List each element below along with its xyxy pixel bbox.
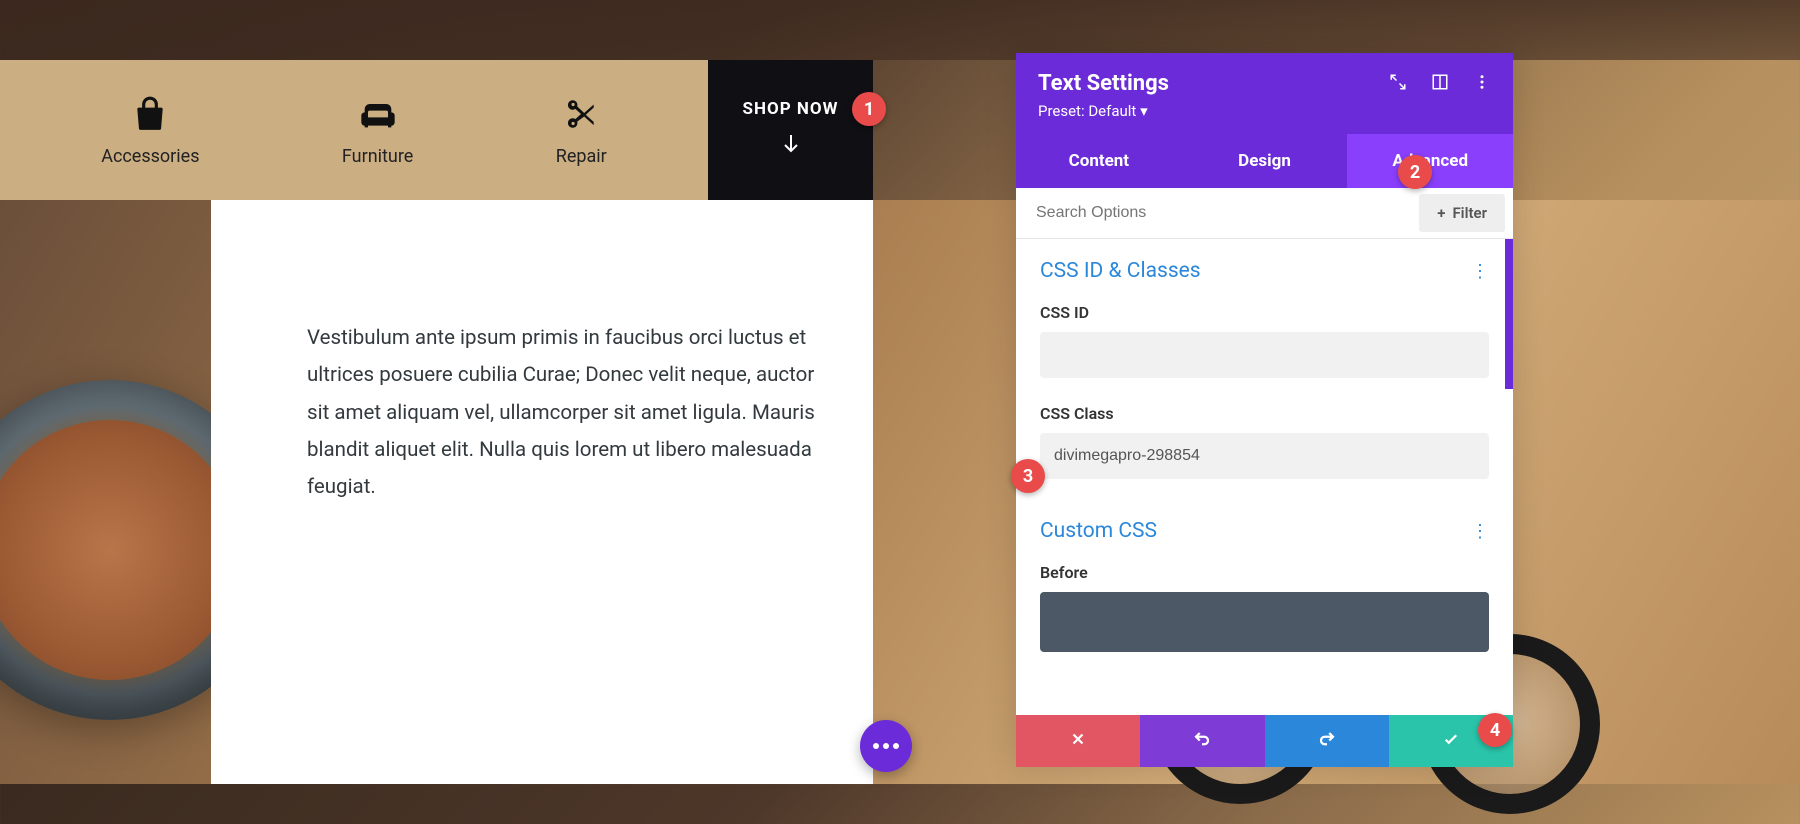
redo-icon bbox=[1318, 730, 1336, 753]
css-id-label: CSS ID bbox=[1040, 303, 1489, 322]
background-top bbox=[0, 0, 1800, 60]
tab-design[interactable]: Design bbox=[1182, 134, 1348, 188]
css-class-label: CSS Class bbox=[1040, 404, 1489, 423]
columns-icon[interactable] bbox=[1431, 73, 1449, 95]
nav-item-furniture[interactable]: Furniture bbox=[342, 94, 413, 167]
section-menu-icon[interactable]: ⋮ bbox=[1471, 261, 1489, 282]
arrow-down-icon bbox=[779, 131, 803, 161]
sofa-icon bbox=[358, 94, 398, 134]
callout-badge-3: 3 bbox=[1011, 459, 1045, 493]
bag-icon bbox=[130, 94, 170, 134]
panel-header: Text Settings Preset: Default ▾ bbox=[1016, 53, 1513, 134]
callout-badge-1: 1 bbox=[852, 92, 886, 126]
shop-now-label: SHOP NOW bbox=[743, 99, 839, 119]
redo-button[interactable] bbox=[1265, 715, 1389, 767]
section-title[interactable]: Custom CSS bbox=[1040, 519, 1157, 543]
tab-content[interactable]: Content bbox=[1016, 134, 1182, 188]
section-css-id-classes: CSS ID & Classes ⋮ CSS ID CSS Class bbox=[1016, 239, 1513, 499]
undo-button[interactable] bbox=[1140, 715, 1264, 767]
panel-footer bbox=[1016, 715, 1513, 767]
search-input[interactable] bbox=[1016, 188, 1411, 238]
css-class-input[interactable] bbox=[1040, 433, 1489, 479]
preset-dropdown[interactable]: Preset: Default ▾ bbox=[1038, 102, 1491, 120]
callout-badge-4: 4 bbox=[1478, 713, 1512, 747]
nav-item-repair[interactable]: Repair bbox=[556, 94, 607, 167]
expand-icon[interactable] bbox=[1389, 73, 1407, 95]
panel-body: CSS ID & Classes ⋮ CSS ID CSS Class Cust… bbox=[1016, 239, 1513, 715]
panel-title: Text Settings bbox=[1038, 71, 1169, 96]
nav-label: Furniture bbox=[342, 146, 413, 167]
shop-now-button[interactable]: SHOP NOW bbox=[708, 60, 873, 200]
content-paragraph: Vestibulum ante ipsum primis in faucibus… bbox=[307, 320, 825, 506]
scissors-icon bbox=[561, 94, 601, 134]
content-card: Vestibulum ante ipsum primis in faucibus… bbox=[211, 200, 873, 784]
search-row: + Filter bbox=[1016, 188, 1513, 239]
kebab-icon[interactable] bbox=[1473, 73, 1491, 95]
dots-icon bbox=[873, 743, 899, 749]
nav-label: Accessories bbox=[101, 146, 199, 167]
check-icon bbox=[1442, 730, 1460, 753]
nav-label: Repair bbox=[556, 146, 607, 167]
callout-badge-2: 2 bbox=[1398, 155, 1432, 189]
close-icon bbox=[1069, 730, 1087, 753]
filter-button[interactable]: + Filter bbox=[1419, 194, 1505, 232]
nav-item-accessories[interactable]: Accessories bbox=[101, 94, 199, 167]
tab-advanced[interactable]: Advanced bbox=[1347, 134, 1513, 188]
fab-more-button[interactable] bbox=[860, 720, 912, 772]
scrollbar[interactable] bbox=[1505, 239, 1513, 389]
chevron-down-icon: ▾ bbox=[1140, 102, 1148, 120]
category-nav: Accessories Furniture Repair SHOP NOW bbox=[0, 60, 873, 200]
nav-tan-area: Accessories Furniture Repair bbox=[0, 60, 708, 200]
section-menu-icon[interactable]: ⋮ bbox=[1471, 521, 1489, 542]
before-label: Before bbox=[1040, 563, 1489, 582]
settings-panel: Text Settings Preset: Default ▾ Content … bbox=[1016, 53, 1513, 767]
panel-tabs: Content Design Advanced bbox=[1016, 134, 1513, 188]
cancel-button[interactable] bbox=[1016, 715, 1140, 767]
before-code-input[interactable] bbox=[1040, 592, 1489, 652]
css-id-input[interactable] bbox=[1040, 332, 1489, 378]
plus-icon: + bbox=[1437, 204, 1445, 222]
section-title[interactable]: CSS ID & Classes bbox=[1040, 259, 1201, 283]
undo-icon bbox=[1193, 730, 1211, 753]
section-custom-css: Custom CSS ⋮ Before bbox=[1016, 499, 1513, 660]
